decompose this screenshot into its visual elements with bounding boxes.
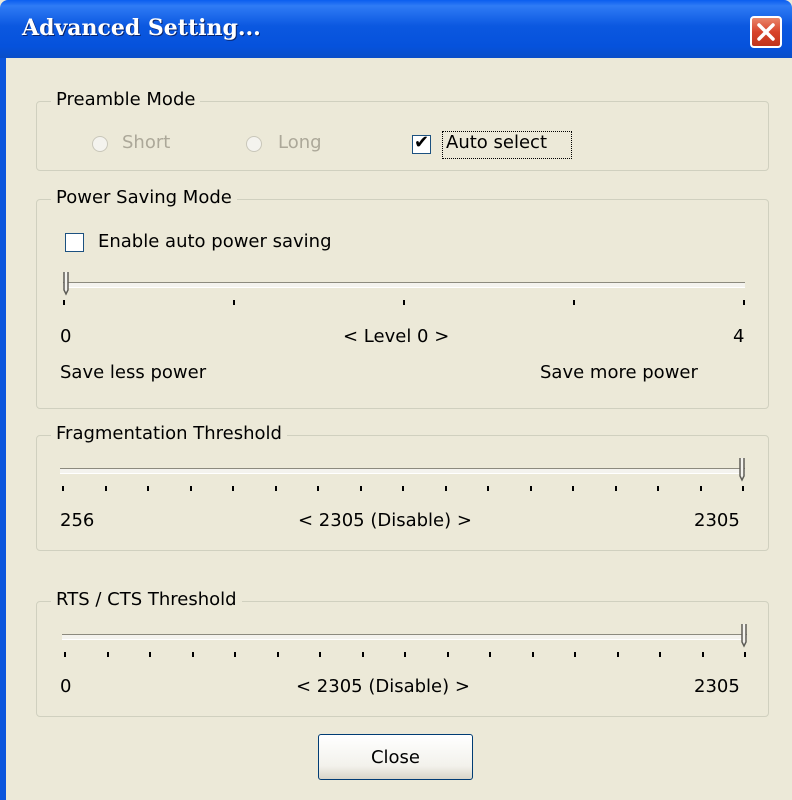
slider-tick <box>659 652 661 657</box>
slider-tick <box>64 652 66 657</box>
slider-tick <box>742 486 744 491</box>
slider-tick <box>275 486 277 491</box>
slider-tick <box>657 486 659 491</box>
save-less-power-label: Save less power <box>60 362 207 383</box>
preamble-mode-legend: Preamble Mode <box>51 87 201 113</box>
slider-tick <box>487 486 489 491</box>
rts-cts-min-label: 0 <box>60 676 72 697</box>
slider-tick <box>360 486 362 491</box>
power-slider-track[interactable] <box>63 282 745 288</box>
fragmentation-value-label: < 2305 (Disable) > <box>298 510 472 531</box>
enable-power-saving-checkbox[interactable] <box>65 233 84 252</box>
window-frame-left <box>0 58 6 800</box>
rts-cts-slider-track[interactable] <box>62 634 747 640</box>
fragmentation-slider-track[interactable] <box>60 468 745 474</box>
rts-cts-value-label: < 2305 (Disable) > <box>296 676 470 697</box>
window-title: Advanced Setting... <box>22 15 261 41</box>
check-icon: ✔ <box>414 132 430 153</box>
power-level-label: < Level 0 > <box>343 326 450 347</box>
slider-tick <box>532 652 534 657</box>
slider-tick <box>234 652 236 657</box>
fragmentation-slider-ticks <box>62 486 744 494</box>
close-icon[interactable] <box>750 16 782 48</box>
long-radio[interactable] <box>246 136 262 152</box>
save-more-power-label: Save more power <box>540 362 698 383</box>
slider-tick <box>403 300 405 305</box>
slider-tick <box>702 652 704 657</box>
slider-tick <box>319 652 321 657</box>
slider-tick <box>62 486 64 491</box>
slider-tick <box>447 652 449 657</box>
rts-cts-max-label: 2305 <box>694 676 740 697</box>
power-min-label: 0 <box>60 326 72 347</box>
slider-tick <box>530 486 532 491</box>
slider-tick <box>149 652 151 657</box>
slider-tick <box>362 652 364 657</box>
close-button-label: Close <box>370 746 421 768</box>
slider-tick <box>107 652 109 657</box>
slider-tick <box>192 652 194 657</box>
slider-tick <box>105 486 107 491</box>
slider-tick <box>700 486 702 491</box>
slider-tick <box>489 652 491 657</box>
slider-tick <box>615 486 617 491</box>
short-radio-label: Short <box>122 132 171 153</box>
slider-tick <box>744 652 746 657</box>
auto-select-label[interactable]: Auto select <box>446 132 547 153</box>
slider-tick <box>233 300 235 305</box>
auto-select-checkbox[interactable]: ✔ <box>412 132 431 154</box>
slider-tick <box>317 486 319 491</box>
fragmentation-slider-thumb[interactable] <box>739 458 745 482</box>
slider-tick <box>743 300 745 305</box>
close-button[interactable]: Close <box>318 734 473 780</box>
slider-tick <box>277 652 279 657</box>
slider-tick <box>404 652 406 657</box>
slider-tick <box>63 300 65 305</box>
power-max-label: 4 <box>733 326 745 347</box>
slider-tick <box>147 486 149 491</box>
slider-tick <box>190 486 192 491</box>
power-slider-ticks <box>63 300 745 308</box>
fragmentation-min-label: 256 <box>60 510 95 531</box>
slider-tick <box>617 652 619 657</box>
rts-cts-slider-ticks <box>64 652 746 660</box>
power-slider-thumb[interactable] <box>63 272 69 296</box>
fragmentation-max-label: 2305 <box>694 510 740 531</box>
fragmentation-threshold-legend: Fragmentation Threshold <box>51 421 287 447</box>
advanced-setting-dialog: Advanced Setting... Preamble Mode Short … <box>0 0 792 800</box>
slider-tick <box>572 486 574 491</box>
rts-cts-threshold-legend: RTS / CTS Threshold <box>51 587 242 613</box>
title-bar[interactable]: Advanced Setting... <box>0 0 792 58</box>
slider-tick <box>402 486 404 491</box>
short-radio[interactable] <box>92 136 108 152</box>
slider-tick <box>445 486 447 491</box>
rts-cts-slider-thumb[interactable] <box>741 624 747 648</box>
enable-power-saving-label[interactable]: Enable auto power saving <box>98 231 332 252</box>
slider-tick <box>573 300 575 305</box>
slider-tick <box>574 652 576 657</box>
power-saving-legend: Power Saving Mode <box>51 185 237 211</box>
slider-tick <box>232 486 234 491</box>
long-radio-label: Long <box>278 132 322 153</box>
